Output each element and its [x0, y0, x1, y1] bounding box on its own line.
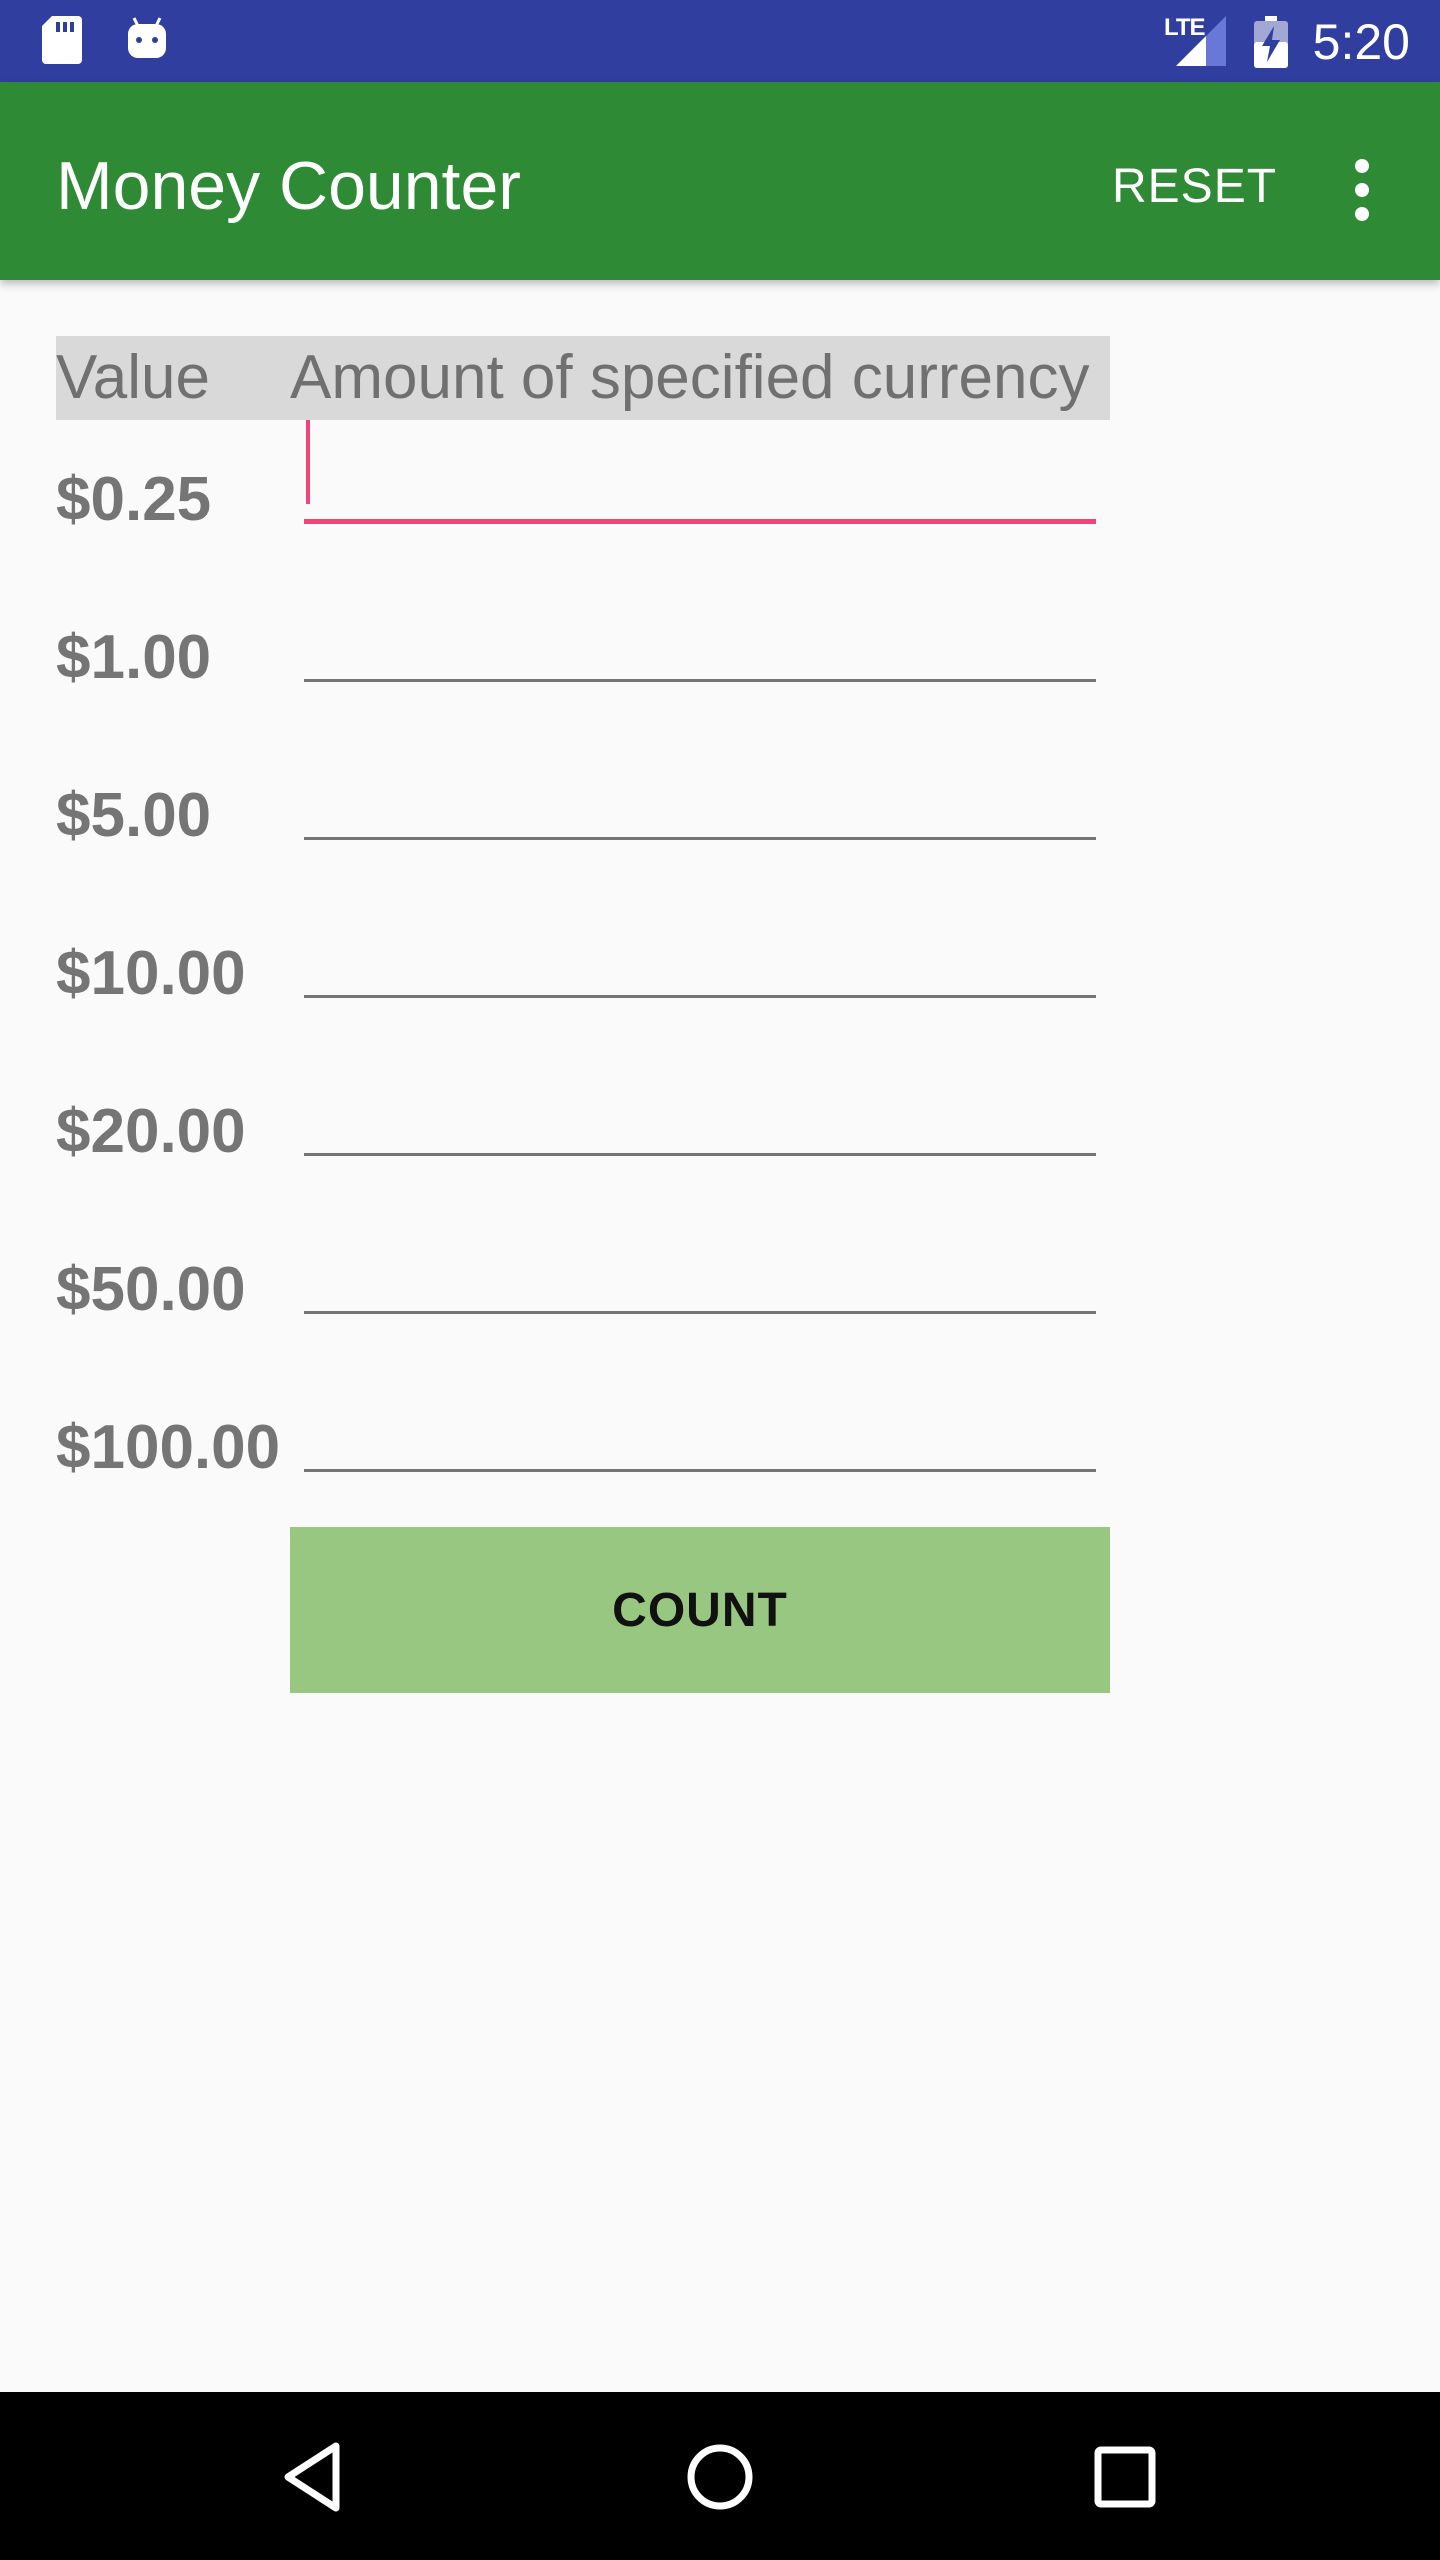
amount-input-0.25[interactable] [304, 420, 1096, 524]
currency-row-20.00: $20.00 [56, 1052, 1156, 1212]
back-icon[interactable] [270, 2432, 360, 2522]
status-bar: LTE 5:20 [0, 0, 1440, 82]
android-icon [128, 17, 166, 58]
battery-charging-icon [1254, 16, 1288, 68]
amount-input-1.00[interactable] [304, 578, 1096, 682]
amount-input-100.00[interactable] [304, 1368, 1096, 1472]
currency-label: $20.00 [56, 1097, 246, 1166]
amount-input-50.00[interactable] [304, 1210, 1096, 1314]
value-column-header: Value [56, 343, 210, 412]
currency-label: $100.00 [56, 1413, 281, 1482]
amount-input-20.00[interactable] [304, 1052, 1096, 1156]
count-button[interactable]: COUNT [290, 1527, 1110, 1693]
currency-row-100.00: $100.00 [56, 1368, 1156, 1528]
currency-row-0.25: $0.25 [56, 420, 1156, 580]
currency-label: $0.25 [56, 465, 212, 534]
signal-icon [1176, 16, 1226, 66]
table-header: Value Amount of specified currency [56, 336, 1110, 420]
currency-label: $50.00 [56, 1255, 246, 1324]
overflow-dot [1355, 183, 1369, 197]
home-icon[interactable] [675, 2432, 765, 2522]
recents-icon[interactable] [1080, 2432, 1170, 2522]
amount-column-header: Amount of specified currency [290, 343, 1090, 412]
app-title: Money Counter [56, 148, 521, 224]
sd-card-icon [42, 16, 82, 64]
reset-button[interactable]: RESET [1100, 152, 1289, 222]
clock: 5:20 [1312, 14, 1410, 70]
navigation-bar [0, 2392, 1440, 2560]
overflow-dot [1355, 159, 1369, 173]
currency-row-10.00: $10.00 [56, 894, 1156, 1054]
currency-row-5.00: $5.00 [56, 736, 1156, 896]
currency-label: $5.00 [56, 781, 212, 850]
currency-row-1.00: $1.00 [56, 578, 1156, 738]
currency-label: $1.00 [56, 623, 212, 692]
more-vert-icon[interactable] [1330, 142, 1394, 238]
amount-input-5.00[interactable] [304, 736, 1096, 840]
currency-row-50.00: $50.00 [56, 1210, 1156, 1370]
text-cursor [306, 420, 310, 504]
app-bar: Money Counter RESET [0, 82, 1440, 280]
amount-input-10.00[interactable] [304, 894, 1096, 998]
currency-label: $10.00 [56, 939, 246, 1008]
overflow-dot [1355, 207, 1369, 221]
